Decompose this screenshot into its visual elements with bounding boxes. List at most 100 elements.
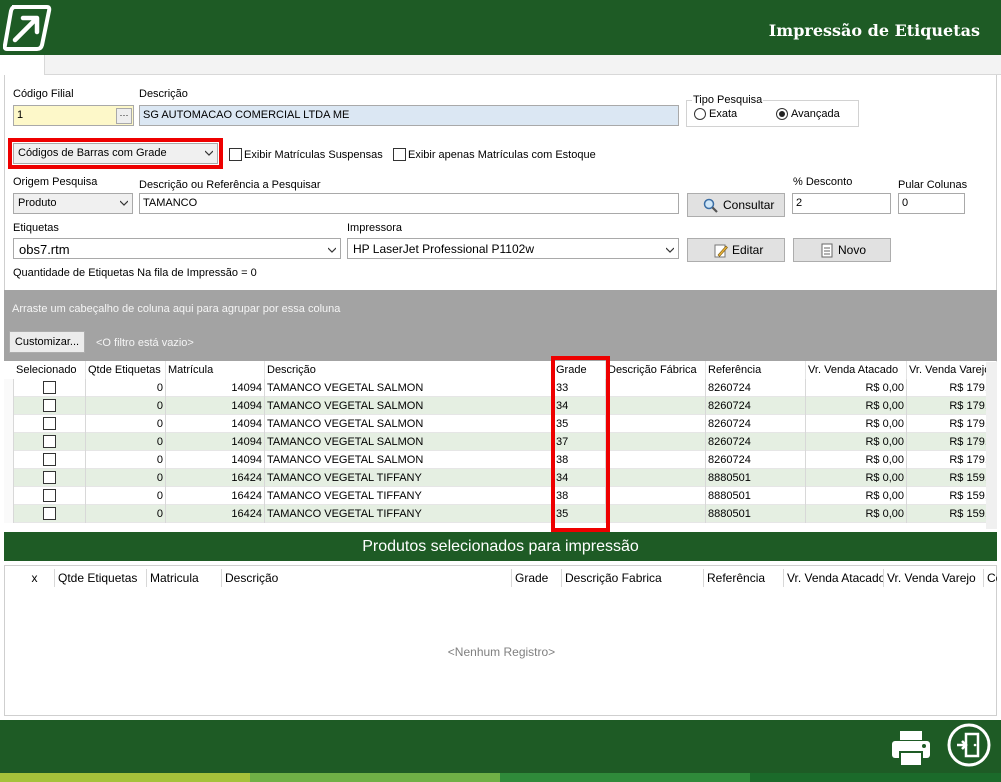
radio-exata[interactable] bbox=[694, 108, 706, 120]
consultar-button[interactable]: Consultar bbox=[687, 193, 785, 217]
table-row[interactable]: 0 14094 TAMANCO VEGETAL SALMON 34 8260724 R$ … bbox=[4, 397, 997, 415]
filter-empty-text[interactable]: <O filtro está vazio> bbox=[96, 337, 194, 349]
impressora-select[interactable]: HP LaserJet Professional P1102w bbox=[347, 238, 679, 259]
quantidade-text: Quantidade de Etiquetas Na fila de Impre… bbox=[13, 267, 257, 279]
selected-products-title: Produtos selecionados para impressão bbox=[4, 532, 997, 561]
row-indicator[interactable] bbox=[4, 433, 14, 451]
table-row[interactable]: 0 14094 TAMANCO VEGETAL SALMON 37 8260724 R$ … bbox=[4, 433, 997, 451]
col-varejo[interactable]: Vr. Venda Varejo bbox=[907, 361, 997, 379]
novo-label: Novo bbox=[838, 243, 867, 257]
grid-scrollbar[interactable] bbox=[986, 362, 997, 529]
row-select-checkbox[interactable] bbox=[43, 381, 56, 394]
cell-atacado: R$ 0,00 bbox=[806, 469, 907, 487]
sel-col-qtde[interactable]: Qtde Etiquetas bbox=[55, 569, 147, 587]
chk-suspensas[interactable] bbox=[229, 148, 242, 161]
col-qtde[interactable]: Qtde Etiquetas bbox=[86, 361, 166, 379]
app-header: Impressão de Etiquetas bbox=[0, 0, 1001, 55]
etiquetas-label: Etiquetas bbox=[13, 222, 59, 234]
highlight-grade-column bbox=[551, 356, 610, 532]
table-row[interactable]: 0 14094 TAMANCO VEGETAL SALMON 35 8260724 R$ … bbox=[4, 415, 997, 433]
chk-estoque-label[interactable]: Exibir apenas Matrículas com Estoque bbox=[408, 149, 596, 161]
row-indicator[interactable] bbox=[4, 451, 14, 469]
customize-button[interactable]: Customizar... bbox=[9, 331, 85, 353]
row-select-checkbox[interactable] bbox=[43, 435, 56, 448]
cell-atacado: R$ 0,00 bbox=[806, 433, 907, 451]
cell-matricula: 16424 bbox=[166, 487, 265, 505]
sel-col-co[interactable]: Co bbox=[984, 569, 997, 587]
cell-descricao: TAMANCO VEGETAL TIFFANY bbox=[265, 505, 554, 523]
codigo-filial-label: Código Filial bbox=[13, 88, 74, 100]
cell-selecionado bbox=[14, 379, 86, 397]
origem-select[interactable]: Produto bbox=[13, 193, 133, 214]
cell-selecionado bbox=[14, 415, 86, 433]
desconto-input[interactable]: 2 bbox=[792, 193, 891, 214]
col-selecionado[interactable]: Selecionado bbox=[14, 361, 86, 379]
table-row[interactable]: 0 14094 TAMANCO VEGETAL SALMON 38 8260724 R$ … bbox=[4, 451, 997, 469]
col-referencia[interactable]: Referência bbox=[706, 361, 806, 379]
footer-stripe-3 bbox=[500, 773, 750, 782]
sel-col-referencia[interactable]: Referência bbox=[704, 569, 784, 587]
table-row[interactable]: 0 16424 TAMANCO VEGETAL TIFFANY 35 8880501 R$… bbox=[4, 505, 997, 523]
cell-atacado: R$ 0,00 bbox=[806, 397, 907, 415]
radio-avancada[interactable] bbox=[776, 108, 788, 120]
table-row[interactable]: 0 14094 TAMANCO VEGETAL SALMON 33 8260724 R$ … bbox=[4, 379, 997, 397]
tipo-pesquisa-label: Tipo Pesquisa bbox=[692, 94, 764, 106]
sel-col-atacado[interactable]: Vr. Venda Atacado bbox=[784, 569, 884, 587]
sel-col-desc-fabrica[interactable]: Descrição Fabrica bbox=[562, 569, 704, 587]
cell-matricula: 14094 bbox=[166, 397, 265, 415]
radio-avancada-label[interactable]: Avançada bbox=[791, 108, 840, 120]
descricao-field: SG AUTOMACAO COMERCIAL LTDA ME bbox=[139, 105, 679, 126]
editar-button[interactable]: Editar bbox=[687, 238, 785, 262]
exit-door-icon[interactable] bbox=[946, 722, 992, 768]
row-select-checkbox[interactable] bbox=[43, 399, 56, 412]
row-select-checkbox[interactable] bbox=[43, 489, 56, 502]
etiquetas-select[interactable]: obs7.rtm bbox=[13, 238, 341, 259]
cell-desc-fabrica bbox=[606, 451, 706, 469]
sel-col-grade[interactable]: Grade bbox=[512, 569, 562, 587]
pular-input[interactable]: 0 bbox=[898, 193, 965, 214]
chk-suspensas-label[interactable]: Exibir Matrículas Suspensas bbox=[244, 149, 383, 161]
row-select-checkbox[interactable] bbox=[43, 471, 56, 484]
radio-exata-label[interactable]: Exata bbox=[709, 108, 737, 120]
cell-atacado: R$ 0,00 bbox=[806, 487, 907, 505]
chk-estoque[interactable] bbox=[393, 148, 406, 161]
chevron-down-icon bbox=[666, 247, 674, 253]
row-indicator[interactable] bbox=[4, 415, 14, 433]
sel-col-varejo[interactable]: Vr. Venda Varejo bbox=[884, 569, 984, 587]
col-matricula[interactable]: Matrícula bbox=[166, 361, 265, 379]
row-select-checkbox[interactable] bbox=[43, 453, 56, 466]
row-indicator[interactable] bbox=[4, 379, 14, 397]
cell-matricula: 16424 bbox=[166, 469, 265, 487]
sel-col-descricao[interactable]: Descrição bbox=[222, 569, 512, 587]
editar-label: Editar bbox=[732, 243, 764, 257]
col-desc-fabrica[interactable]: Descrição Fábrica bbox=[606, 361, 706, 379]
cell-qtde: 0 bbox=[86, 379, 166, 397]
printer-icon[interactable] bbox=[890, 728, 932, 768]
consultar-label: Consultar bbox=[723, 198, 775, 212]
col-descricao[interactable]: Descrição bbox=[265, 361, 554, 379]
group-by-band: Arraste um cabeçalho de coluna aqui para… bbox=[4, 290, 997, 361]
cell-atacado: R$ 0,00 bbox=[806, 379, 907, 397]
cell-descricao: TAMANCO VEGETAL TIFFANY bbox=[265, 469, 554, 487]
row-indicator[interactable] bbox=[4, 469, 14, 487]
col-atacado[interactable]: Vr. Venda Atacado bbox=[806, 361, 907, 379]
cell-desc-fabrica bbox=[606, 505, 706, 523]
highlight-mode-select bbox=[8, 138, 223, 169]
tab-main[interactable] bbox=[0, 55, 45, 76]
desc-ref-input[interactable]: TAMANCO bbox=[139, 193, 679, 214]
row-indicator[interactable] bbox=[4, 397, 14, 415]
row-select-checkbox[interactable] bbox=[43, 417, 56, 430]
row-indicator[interactable] bbox=[4, 505, 14, 523]
novo-button[interactable]: Novo bbox=[793, 238, 891, 262]
cell-atacado: R$ 0,00 bbox=[806, 415, 907, 433]
selected-products-grid: x Qtde Etiquetas Matricula Descrição Gra… bbox=[4, 565, 997, 716]
cell-atacado: R$ 0,00 bbox=[806, 451, 907, 469]
row-select-checkbox[interactable] bbox=[43, 507, 56, 520]
codigo-filial-lookup-button[interactable]: ··· bbox=[116, 108, 132, 124]
table-row[interactable]: 0 16424 TAMANCO VEGETAL TIFFANY 34 8880501 R$… bbox=[4, 469, 997, 487]
cell-referencia: 8260724 bbox=[706, 379, 806, 397]
sel-col-x[interactable]: x bbox=[15, 569, 55, 587]
table-row[interactable]: 0 16424 TAMANCO VEGETAL TIFFANY 38 8880501 R$… bbox=[4, 487, 997, 505]
sel-col-matricula[interactable]: Matricula bbox=[147, 569, 222, 587]
row-indicator[interactable] bbox=[4, 487, 14, 505]
